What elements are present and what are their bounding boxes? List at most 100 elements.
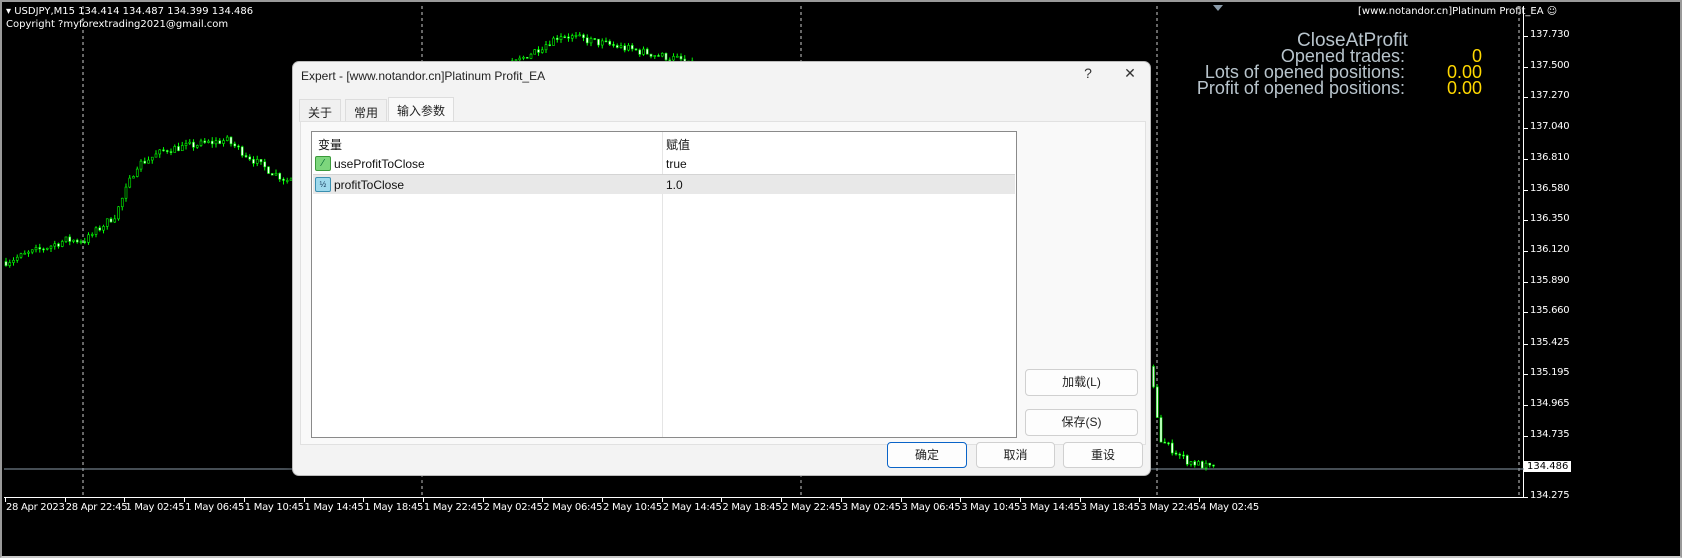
candle-body [552,37,555,46]
candle-body [203,140,207,143]
candle-body [87,234,90,243]
candle-body [218,140,222,144]
tab-about[interactable]: 关于 [299,99,342,122]
candle-body [672,56,675,61]
price-tick [1524,97,1528,99]
candle-body [252,159,255,164]
dialog-title: Expert - [www.notandor.cn]Platinum Profi… [301,69,546,83]
candle-body [120,197,124,208]
tab-inputs[interactable]: 输入参数 [388,97,455,122]
candle-body [525,56,529,59]
candle-body [619,45,623,48]
time-tick-label: 4 May 02:45 [1200,502,1259,513]
candle-body [537,49,540,53]
time-tick [5,498,6,502]
candle-body [132,176,135,179]
price-tick [1524,66,1528,68]
params-table[interactable]: 变量 赋值 ⁄ useProfitToClose true ½ profitTo… [311,131,1017,438]
price-tick-label: 135.890 [1530,274,1570,286]
candle-body [75,239,79,243]
time-tick [960,498,962,502]
time-tick-label: 3 May 02:45 [841,502,901,513]
column-header-value[interactable]: 赋值 [666,136,690,153]
candle-body [158,149,162,155]
candle-body [180,145,184,152]
time-tick-label: 28 Apr 22:45 [65,502,128,513]
close-button[interactable]: ✕ [1115,65,1145,82]
candle-body [207,140,210,143]
expert-dialog: Expert - [www.notandor.cn]Platinum Profi… [292,61,1151,476]
save-button[interactable]: 保存(S) [1025,409,1138,436]
candle-body [518,57,522,61]
candle-body [117,206,120,220]
candle-body [589,38,593,44]
price-tick [1524,158,1528,160]
candle-body [184,143,188,146]
price-tick [1524,343,1528,345]
candle-body [679,55,683,60]
time-tick-label: 3 May 18:45 [1080,502,1140,513]
cancel-button[interactable]: 取消 [976,442,1055,468]
dropdown-triangle-icon[interactable]: ▾ [6,6,14,17]
tab-common[interactable]: 常用 [345,99,388,122]
candle-body [42,248,45,251]
help-button[interactable]: ? [1073,65,1103,81]
candle-body [225,136,229,141]
candle-body [1182,454,1185,457]
candle-body [267,166,270,174]
time-tick-label: 1 May 22:45 [423,502,483,513]
candle-body [540,49,544,53]
candle-body [98,227,102,231]
column-header-variable[interactable]: 变量 [318,136,342,153]
time-tick [124,498,126,502]
candle-body [285,180,289,182]
price-tick-label: 134.275 [1530,490,1570,502]
candle-body [1208,462,1212,466]
time-tick-label: 3 May 10:45 [961,502,1021,513]
smiley-icon: ☺ [1546,6,1558,17]
time-tick [900,498,902,502]
candle-body [199,140,203,146]
ea-label[interactable]: [www.notandor.cn]Platinum Profit_EA ☺ [1358,6,1557,17]
candle-body [4,261,8,266]
param-value[interactable]: 1.0 [666,178,683,192]
load-button[interactable]: 加载(L) [1025,369,1138,396]
candle-body [630,45,634,50]
price-tick [1524,128,1528,130]
candle-body [192,141,195,148]
candle-body [600,40,604,46]
ok-button[interactable]: 确定 [887,442,967,468]
bool-icon: ⁄ [315,156,331,171]
candle-body [522,56,525,59]
candle-body [544,44,548,51]
candle-body [222,140,225,144]
candle-body [623,45,627,51]
table-row[interactable]: ⁄ useProfitToClose true [313,154,1015,174]
time-tick [1139,498,1141,502]
candle-body [154,153,158,158]
time-tick-label: 2 May 10:45 [603,502,662,513]
candle-body [1159,417,1163,443]
candle-body [102,226,105,231]
candle-body [60,241,64,247]
time-tick-label: 28 Apr 2023 [6,502,65,513]
param-value[interactable]: true [666,157,687,171]
candle-body [27,251,30,254]
reset-button[interactable]: 重设 [1063,442,1143,468]
candle-body [1152,366,1155,388]
candle-body [1197,461,1200,466]
candle-body [64,236,68,242]
candle-body [19,253,23,258]
candle-body [657,55,660,57]
candle-body [615,45,619,48]
param-name: profitToClose [334,178,405,192]
candle-body [147,159,150,164]
time-tick [781,498,783,502]
candle-body [113,218,117,223]
table-row-selected[interactable]: ½ profitToClose 1.0 [313,174,1015,194]
price-tick-label: 137.500 [1530,59,1570,71]
candle-body [248,156,252,160]
shift-marker-icon[interactable] [1213,5,1223,11]
candle-body [162,149,165,152]
candle-body [570,35,574,39]
